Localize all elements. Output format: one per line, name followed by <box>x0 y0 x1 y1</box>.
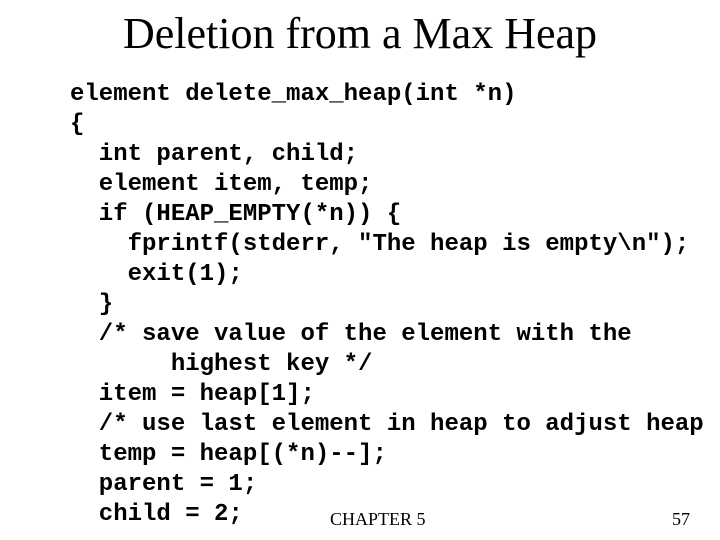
slide-title: Deletion from a Max Heap <box>0 8 720 59</box>
code-block: element delete_max_heap(int *n) { int pa… <box>70 80 710 530</box>
footer-chapter: CHAPTER 5 <box>330 509 426 530</box>
footer-page: 57 <box>672 509 690 530</box>
slide: Deletion from a Max Heap element delete_… <box>0 0 720 540</box>
